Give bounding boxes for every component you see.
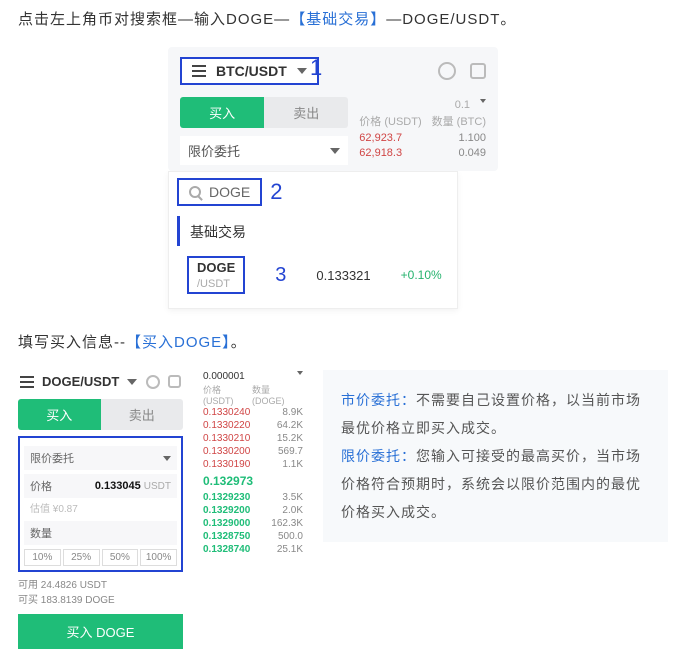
- pct-50[interactable]: 50%: [102, 549, 139, 566]
- result-price: 0.133321: [316, 268, 370, 283]
- pct-100[interactable]: 100%: [140, 549, 177, 566]
- layout-icon[interactable]: [470, 63, 486, 79]
- instruction-step1: 点击左上角币对搜索框—输入DOGE—【基础交易】—DOGE/USDT。: [18, 8, 668, 29]
- pair-selector[interactable]: BTC/USDT: [180, 57, 319, 85]
- order-type-description: 市价委托：不需要自己设置价格，以当前市场最优价格立即买入成交。 限价委托：您输入…: [323, 370, 668, 542]
- tab-sell[interactable]: 卖出: [264, 97, 348, 128]
- tab-sell[interactable]: 卖出: [101, 399, 184, 430]
- buy-button[interactable]: 买入 DOGE: [18, 614, 183, 649]
- tab-buy[interactable]: 买入: [180, 97, 264, 128]
- order-type-select[interactable]: 限价委托: [24, 446, 177, 470]
- chevron-down-icon: [163, 456, 171, 461]
- pair-text: BTC/USDT: [216, 63, 287, 79]
- order-type-select[interactable]: 限价委托: [180, 136, 348, 165]
- orderbook: 0.000001 价格 (USDT)数量 (DOGE) 0.13302408.9…: [203, 370, 303, 556]
- pct-10[interactable]: 10%: [24, 549, 61, 566]
- tab-buy[interactable]: 买入: [18, 399, 101, 430]
- trade-panel-top: 1 BTC/USDT 0.1 价格 (USDT) 数量 (BTC) 62,923…: [168, 47, 498, 171]
- buy-sell-tabs: 买入 卖出: [180, 97, 348, 128]
- step-2-marker: 2: [270, 179, 282, 205]
- available-balance: 可用 24.4826 USDT 可买 183.8139 DOGE: [18, 578, 183, 608]
- trade-panel: DOGE/USDT 买入 卖出 限价委托 价格 0.133045 USDT 估值…: [18, 370, 183, 649]
- chevron-down-icon: [127, 379, 137, 385]
- chevron-down-icon: [297, 371, 303, 375]
- category-basic-trade: 基础交易: [177, 216, 457, 246]
- percent-shortcuts: 10% 25% 50% 100%: [24, 549, 177, 566]
- result-pair: DOGE /USDT: [187, 256, 245, 294]
- depth-decimal[interactable]: 0.1: [455, 99, 470, 111]
- search-icon: [189, 186, 201, 198]
- quantity-input[interactable]: 数量: [24, 521, 177, 545]
- layout-icon[interactable]: [168, 375, 181, 388]
- instruction-step2: 填写买入信息--【买入DOGE】。: [18, 331, 668, 352]
- step-3-marker: 3: [275, 264, 286, 287]
- search-dropdown: DOGE 2 基础交易 DOGE /USDT 3 0.133321 +0.10%: [168, 171, 458, 309]
- bid-list: 0.13292303.5K 0.13292002.0K 0.1329000162…: [203, 491, 303, 556]
- search-input[interactable]: DOGE: [177, 178, 262, 206]
- refresh-icon[interactable]: [438, 62, 456, 80]
- search-result-row[interactable]: DOGE /USDT 3 0.133321 +0.10%: [177, 250, 449, 300]
- pct-25[interactable]: 25%: [63, 549, 100, 566]
- menu-icon: [192, 65, 206, 77]
- order-form: 限价委托 价格 0.133045 USDT 估值 ¥0.87 数量 10% 25…: [18, 436, 183, 572]
- ask-list: 0.13302408.9K 0.133022064.2K 0.133021015…: [203, 406, 303, 471]
- pair-text[interactable]: DOGE/USDT: [42, 374, 119, 389]
- price-estimate: 估值 ¥0.87: [24, 498, 177, 517]
- result-change: +0.10%: [401, 268, 442, 282]
- menu-icon[interactable]: [20, 376, 34, 388]
- chevron-down-icon: [480, 99, 486, 103]
- mid-price: 0.132973: [203, 471, 303, 491]
- step-1-marker: 1: [310, 55, 322, 81]
- price-input[interactable]: 价格 0.133045 USDT: [24, 474, 177, 498]
- chevron-down-icon: [330, 148, 340, 154]
- chevron-down-icon: [297, 68, 307, 74]
- depth-decimal[interactable]: 0.000001: [203, 371, 245, 382]
- refresh-icon[interactable]: [146, 375, 160, 389]
